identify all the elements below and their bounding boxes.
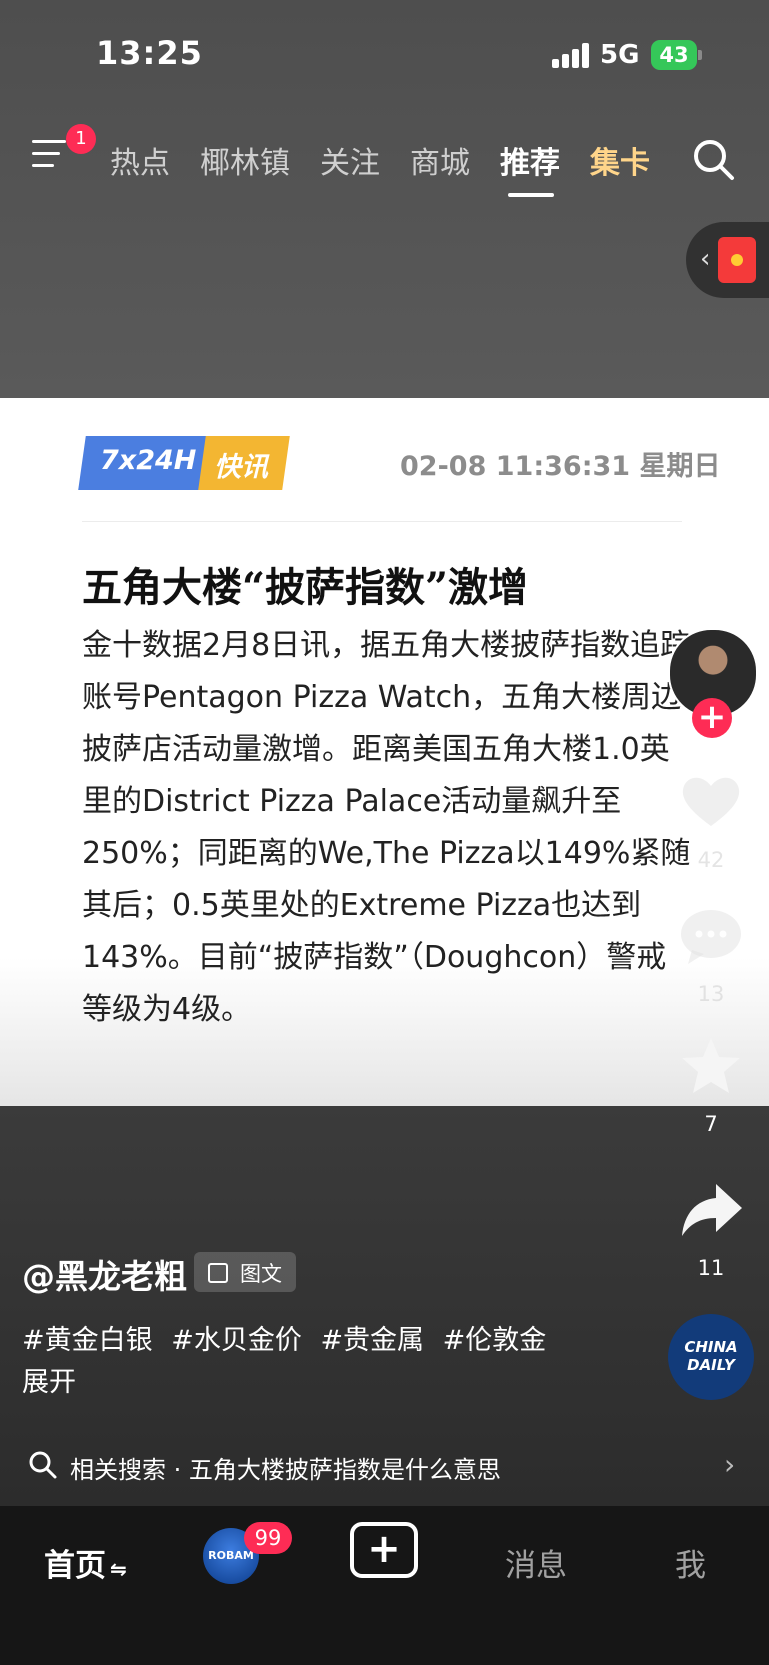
hashtag[interactable]: #黄金白银	[22, 1325, 153, 1356]
favorite-count: 7	[704, 1112, 718, 1136]
post-headline: 五角大楼“披萨指数”激增	[82, 564, 529, 611]
active-tab-indicator	[508, 193, 554, 197]
red-envelope-icon	[718, 237, 756, 283]
content-type-label: 图文	[240, 1262, 282, 1286]
search-icon	[29, 1451, 57, 1479]
badge-label-7x24h: 7x24H	[100, 445, 197, 476]
expand-button[interactable]: 展开	[22, 1360, 76, 1399]
related-search-bar[interactable]: 相关搜索 · 五角大楼披萨指数是什么意思 ›	[0, 1430, 769, 1500]
hashtag-list: #黄金白银 #水贝金价 #贵金属 #伦敦金	[22, 1318, 556, 1357]
refresh-icon: ⇋	[110, 1557, 127, 1581]
menu-icon[interactable]	[32, 140, 68, 170]
tab-yelin-town[interactable]: 椰林镇	[200, 138, 290, 182]
signal-icon	[552, 42, 592, 68]
heart-icon[interactable]	[678, 770, 744, 830]
tab-recommended[interactable]: 推荐	[500, 138, 560, 182]
like-count: 42	[697, 848, 725, 872]
battery-cap	[698, 50, 702, 60]
badge-label-flash: 快讯	[214, 452, 268, 483]
card-divider	[82, 521, 682, 522]
comment-icon[interactable]	[678, 906, 744, 966]
post-datetime: 02-08 11:36:31 星期日	[400, 451, 721, 482]
image-text-icon	[208, 1263, 228, 1283]
music-disc[interactable]: CHINA DAILY	[668, 1314, 754, 1400]
post-body: 金十数据2月8日讯，据五角大楼披萨指数追踪账号Pentagon Pizza Wa…	[82, 628, 691, 1027]
share-count: 11	[697, 1256, 725, 1280]
status-time: 13:25	[96, 34, 203, 72]
chevron-left-icon: ‹	[700, 244, 711, 274]
content-type-chip: 图文	[194, 1252, 296, 1292]
follow-button[interactable]: +	[692, 698, 732, 738]
hashtag[interactable]: #贵金属	[320, 1325, 424, 1356]
share-icon[interactable]	[678, 1180, 744, 1240]
tab-collect-cards[interactable]: 集卡	[590, 138, 650, 182]
chevron-right-icon: ›	[724, 1448, 736, 1481]
related-search-label: 相关搜索 · 五角大楼披萨指数是什么意思	[70, 1456, 501, 1484]
search-icon[interactable]	[692, 138, 736, 182]
nav-messages[interactable]: 消息	[505, 1540, 567, 1585]
tab-mall[interactable]: 商城	[410, 138, 470, 182]
tab-following[interactable]: 关注	[320, 138, 380, 182]
tab-hot[interactable]: 热点	[110, 138, 170, 182]
hashtag[interactable]: #伦敦金	[443, 1325, 547, 1356]
red-packet-widget[interactable]: ‹	[686, 222, 769, 298]
hashtag[interactable]: #水贝金价	[171, 1325, 302, 1356]
create-button[interactable]: +	[350, 1522, 418, 1578]
comment-count: 13	[697, 982, 725, 1006]
music-disc-label: CHINA DAILY	[684, 1338, 738, 1374]
robam-badge: 99	[244, 1522, 292, 1554]
network-type: 5G	[600, 40, 640, 70]
menu-notification-badge: 1	[66, 124, 96, 154]
battery-icon: 43	[651, 40, 697, 70]
nav-me[interactable]: 我	[675, 1540, 706, 1585]
nav-home-label: 首页	[44, 1548, 106, 1584]
author-name[interactable]: @黑龙老粗	[22, 1250, 187, 1298]
star-icon[interactable]	[678, 1036, 744, 1096]
nav-home[interactable]: 首页 ⇋	[44, 1540, 127, 1585]
